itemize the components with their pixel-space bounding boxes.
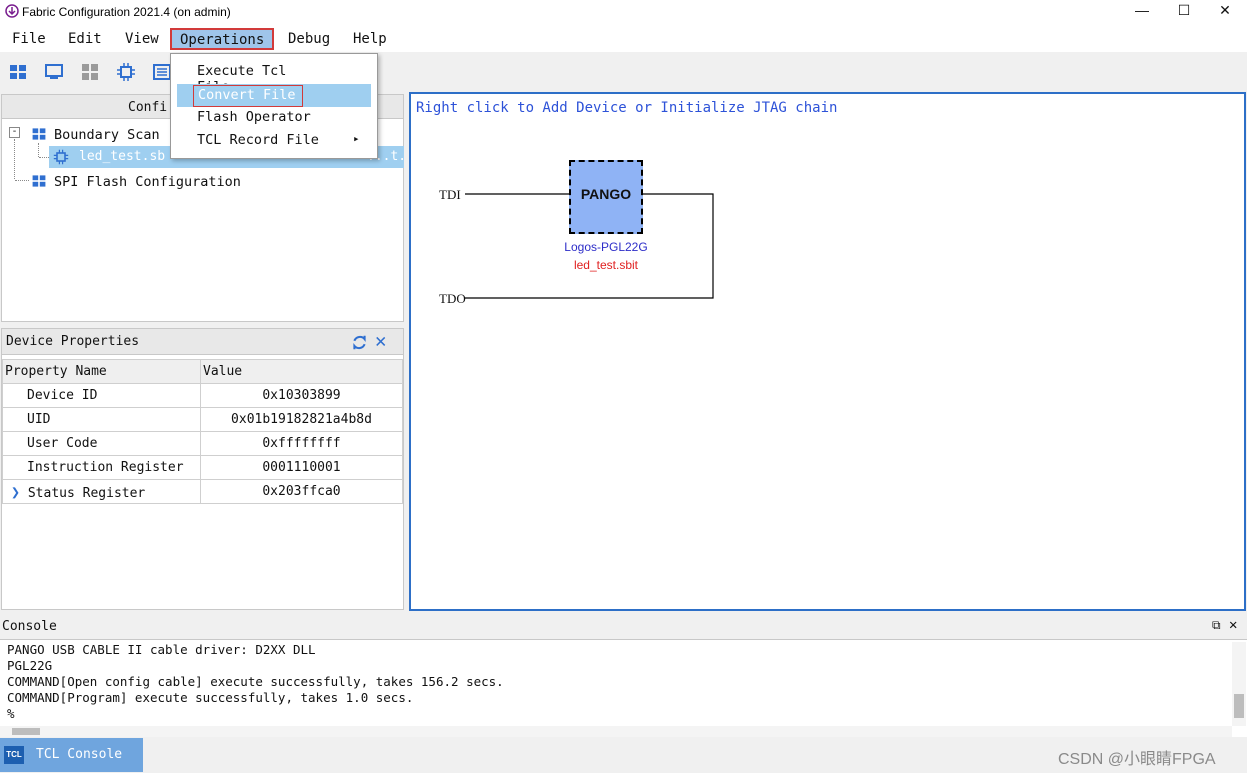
horizontal-scrollbar[interactable] bbox=[0, 726, 1232, 737]
float-panel-icon[interactable]: ⧉ bbox=[1212, 618, 1221, 633]
device-properties-header: Device Properties ✕ bbox=[2, 329, 403, 355]
table-row[interactable]: User Code 0xffffffff bbox=[2, 431, 403, 456]
property-value: 0xffffffff bbox=[200, 431, 403, 456]
tree-node-boundary-scan[interactable]: Boundary Scan bbox=[54, 127, 160, 143]
property-value: 0x10303899 bbox=[200, 383, 403, 408]
menu-item-execute-tcl[interactable]: Execute Tcl File... bbox=[177, 61, 371, 95]
operations-dropdown: Execute Tcl File... Convert File Flash O… bbox=[170, 53, 378, 159]
close-console-icon[interactable]: ✕ bbox=[1229, 617, 1237, 633]
menu-debug[interactable]: Debug bbox=[278, 28, 340, 50]
app-icon bbox=[5, 4, 19, 18]
maximize-button[interactable]: ☐ bbox=[1164, 2, 1204, 22]
console-line: PGL22G bbox=[7, 658, 53, 673]
menu-view[interactable]: View bbox=[115, 28, 169, 50]
expand-chevron-icon[interactable]: ❯ bbox=[11, 483, 20, 501]
tab-tcl-console[interactable]: TCL TCL Console bbox=[0, 738, 143, 772]
column-header-value: Value bbox=[200, 359, 403, 384]
console-line: COMMAND[Open config cable] execute succe… bbox=[7, 674, 504, 689]
boundary-scan-icon[interactable] bbox=[8, 62, 28, 82]
console-line: PANGO USB CABLE II cable driver: D2XX DL… bbox=[7, 642, 316, 657]
menu-file[interactable]: File bbox=[2, 28, 56, 50]
property-value: 0x01b19182821a4b8d bbox=[200, 407, 403, 432]
close-panel-icon[interactable]: ✕ bbox=[375, 330, 386, 352]
column-header-name: Property Name bbox=[2, 359, 201, 384]
menu-item-convert-file[interactable]: Convert File bbox=[193, 85, 303, 107]
chip-icon[interactable] bbox=[116, 62, 136, 82]
table-row[interactable]: Instruction Register 0001110001 bbox=[2, 455, 403, 480]
property-name: User Code bbox=[2, 431, 201, 456]
chip-label: PANGO bbox=[580, 186, 632, 202]
tcl-icon: TCL bbox=[4, 746, 24, 764]
grid-icon[interactable] bbox=[80, 62, 100, 82]
menu-operations[interactable]: Operations bbox=[170, 28, 275, 50]
device-properties-panel: Device Properties ✕ Property Name Value … bbox=[1, 328, 404, 610]
menu-bar: File Edit View Operations Debug Help bbox=[0, 24, 1247, 52]
chip-node-icon bbox=[53, 149, 69, 165]
close-button[interactable]: ✕ bbox=[1205, 2, 1245, 22]
boundary-scan-node-icon bbox=[32, 128, 46, 140]
submenu-arrow-icon: ▸ bbox=[353, 132, 360, 145]
jtag-canvas[interactable]: Right click to Add Device or Initialize … bbox=[409, 92, 1246, 611]
window-title: Fabric Configuration 2021.4 (on admin) bbox=[22, 5, 231, 19]
property-name: Status Register bbox=[27, 485, 146, 501]
tree-header-title: Confi bbox=[128, 100, 168, 115]
menu-item-tcl-record[interactable]: TCL Record File bbox=[177, 130, 371, 152]
property-value: 0001110001 bbox=[200, 455, 403, 480]
tab-tcl-console-label: TCL Console bbox=[36, 747, 123, 762]
console-output[interactable]: PANGO USB CABLE II cable driver: D2XX DL… bbox=[0, 639, 1247, 737]
property-name: Device ID bbox=[2, 383, 201, 408]
watermark: CSDN @小眼睛FPGA bbox=[1058, 751, 1216, 768]
table-row[interactable]: ❯ Status Register 0x203ffca0 bbox=[2, 479, 403, 504]
properties-table: Property Name Value Device ID 0x10303899… bbox=[2, 359, 403, 504]
monitor-icon[interactable] bbox=[44, 62, 64, 82]
property-name: Instruction Register bbox=[2, 455, 201, 480]
menu-edit[interactable]: Edit bbox=[58, 28, 112, 50]
spi-flash-node-icon bbox=[32, 175, 46, 187]
device-bitfile: led_test.sbit bbox=[573, 258, 639, 272]
vertical-scrollbar[interactable] bbox=[1232, 642, 1246, 726]
property-value: 0x203ffca0 bbox=[200, 479, 403, 504]
menu-item-flash-operator[interactable]: Flash Operator bbox=[177, 107, 371, 129]
bottom-tab-bar: TCL TCL Console CSDN @小眼睛FPGA bbox=[0, 738, 1247, 773]
device-name: Logos-PGL22G bbox=[564, 240, 648, 254]
device-properties-title: Device Properties bbox=[6, 334, 140, 349]
table-row[interactable]: Device ID 0x10303899 bbox=[2, 383, 403, 408]
table-row[interactable]: UID 0x01b19182821a4b8d bbox=[2, 407, 403, 432]
device-chip[interactable]: PANGO bbox=[569, 160, 643, 234]
jtag-wires bbox=[465, 193, 714, 299]
tree-node-led-test-label: led_test.sb bbox=[79, 149, 166, 164]
property-name: UID bbox=[2, 407, 201, 432]
collapse-toggle[interactable]: - bbox=[9, 127, 20, 138]
menu-help[interactable]: Help bbox=[343, 28, 397, 50]
console-line: % bbox=[7, 706, 15, 721]
tree-node-spi-flash[interactable]: SPI Flash Configuration bbox=[54, 174, 241, 190]
minimize-button[interactable]: — bbox=[1122, 2, 1162, 22]
console-title: Console bbox=[2, 619, 57, 634]
title-bar: Fabric Configuration 2021.4 (on admin) —… bbox=[0, 0, 1247, 24]
refresh-icon[interactable] bbox=[351, 334, 368, 351]
console-line: COMMAND[Program] execute successfully, t… bbox=[7, 690, 414, 705]
console-header: Console ⧉ ✕ bbox=[0, 615, 1247, 639]
list-icon[interactable] bbox=[152, 62, 172, 82]
table-header-row: Property Name Value bbox=[2, 359, 403, 384]
